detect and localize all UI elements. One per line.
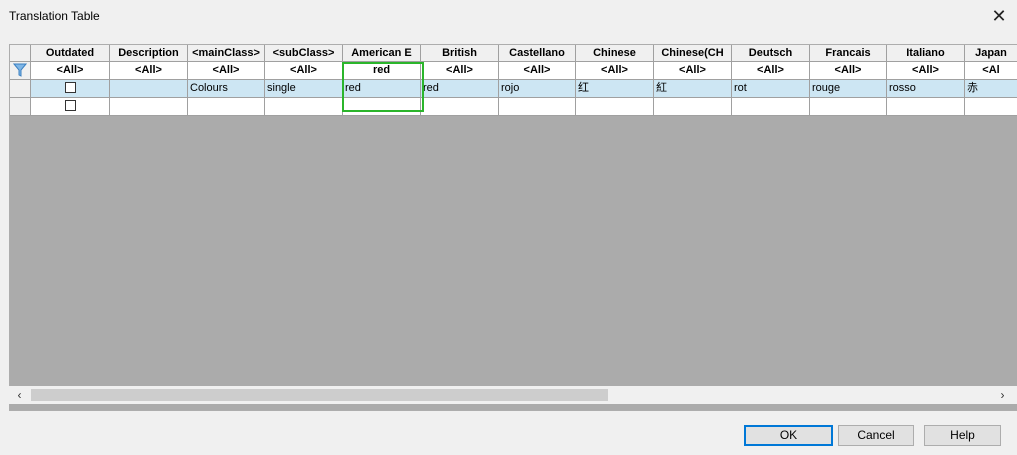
translation-grid[interactable]: Outdated Description <mainClass> <subCla…	[9, 44, 1017, 411]
table-row[interactable]: Colours single red red rojo 红 紅 rot roug…	[10, 80, 1017, 98]
new-row[interactable]	[10, 98, 1017, 116]
outdated-checkbox[interactable]	[64, 82, 76, 93]
row-header-corner	[10, 45, 31, 62]
british-cell[interactable]	[421, 98, 499, 116]
american-english-cell[interactable]	[343, 98, 421, 116]
column-header-chinese-ch[interactable]: Chinese(CH	[654, 45, 732, 62]
column-header-row: Outdated Description <mainClass> <subCla…	[10, 45, 1017, 62]
column-header-japanese[interactable]: Japan	[965, 45, 1017, 62]
close-icon[interactable]: ✕	[987, 3, 1011, 29]
subclass-cell[interactable]	[265, 98, 343, 116]
american-english-cell[interactable]: red	[343, 80, 421, 98]
filter-row: <All> <All> <All> <All> red <All> <All> …	[10, 62, 1017, 80]
italiano-cell[interactable]	[887, 98, 965, 116]
chinese-ch-cell[interactable]	[654, 98, 732, 116]
description-cell[interactable]	[110, 80, 188, 98]
mainclass-cell[interactable]	[188, 98, 265, 116]
scroll-left-icon[interactable]: ‹	[11, 387, 28, 403]
filter-cell-italiano[interactable]: <All>	[887, 62, 965, 80]
filter-icon	[13, 63, 27, 77]
column-header-italiano[interactable]: Italiano	[887, 45, 965, 62]
column-header-subclass[interactable]: <subClass>	[265, 45, 343, 62]
filter-cell-description[interactable]: <All>	[110, 62, 188, 80]
filter-cell-outdated[interactable]: <All>	[31, 62, 110, 80]
italiano-cell[interactable]: rosso	[887, 80, 965, 98]
row-header[interactable]	[10, 98, 31, 116]
outdated-cell[interactable]	[31, 98, 110, 116]
filter-cell-chinese[interactable]: <All>	[576, 62, 654, 80]
japanese-cell[interactable]	[965, 98, 1017, 116]
japanese-cell[interactable]: 赤	[965, 80, 1017, 98]
outdated-cell[interactable]	[31, 80, 110, 98]
filter-cell-chinese-ch[interactable]: <All>	[654, 62, 732, 80]
castellano-cell[interactable]: rojo	[499, 80, 576, 98]
ok-button[interactable]: OK	[744, 425, 833, 446]
filter-cell-japanese[interactable]: <Al	[965, 62, 1017, 80]
filter-cell-castellano[interactable]: <All>	[499, 62, 576, 80]
filter-cell-american-english[interactable]: red	[343, 62, 421, 80]
filter-cell-francais[interactable]: <All>	[810, 62, 887, 80]
column-header-deutsch[interactable]: Deutsch	[732, 45, 810, 62]
francais-cell[interactable]	[810, 98, 887, 116]
subclass-cell[interactable]: single	[265, 80, 343, 98]
filter-cell-subclass[interactable]: <All>	[265, 62, 343, 80]
chinese-ch-cell[interactable]: 紅	[654, 80, 732, 98]
filter-cell-mainclass[interactable]: <All>	[188, 62, 265, 80]
title-bar: Translation Table ✕	[0, 0, 1017, 34]
scrollbar-thumb[interactable]	[31, 389, 608, 401]
chinese-cell[interactable]	[576, 98, 654, 116]
british-cell[interactable]: red	[421, 80, 499, 98]
row-header[interactable]	[10, 80, 31, 98]
column-header-british[interactable]: British	[421, 45, 499, 62]
mainclass-cell[interactable]: Colours	[188, 80, 265, 98]
filter-cell-deutsch[interactable]: <All>	[732, 62, 810, 80]
help-button[interactable]: Help	[924, 425, 1001, 446]
column-header-description[interactable]: Description	[110, 45, 188, 62]
scroll-right-icon[interactable]: ›	[994, 387, 1011, 403]
column-header-francais[interactable]: Francais	[810, 45, 887, 62]
cancel-button[interactable]: Cancel	[838, 425, 914, 446]
outdated-checkbox[interactable]	[64, 100, 76, 111]
deutsch-cell[interactable]: rot	[732, 80, 810, 98]
horizontal-scrollbar[interactable]: ‹ ›	[9, 386, 1017, 404]
column-header-american-english[interactable]: American E	[343, 45, 421, 62]
description-cell[interactable]	[110, 98, 188, 116]
francais-cell[interactable]: rouge	[810, 80, 887, 98]
castellano-cell[interactable]	[499, 98, 576, 116]
column-header-outdated[interactable]: Outdated	[31, 45, 110, 62]
column-header-castellano[interactable]: Castellano	[499, 45, 576, 62]
deutsch-cell[interactable]	[732, 98, 810, 116]
filter-row-header	[10, 62, 31, 80]
filter-cell-british[interactable]: <All>	[421, 62, 499, 80]
column-header-chinese[interactable]: Chinese	[576, 45, 654, 62]
column-header-mainclass[interactable]: <mainClass>	[188, 45, 265, 62]
chinese-cell[interactable]: 红	[576, 80, 654, 98]
window-title: Translation Table	[9, 9, 100, 23]
